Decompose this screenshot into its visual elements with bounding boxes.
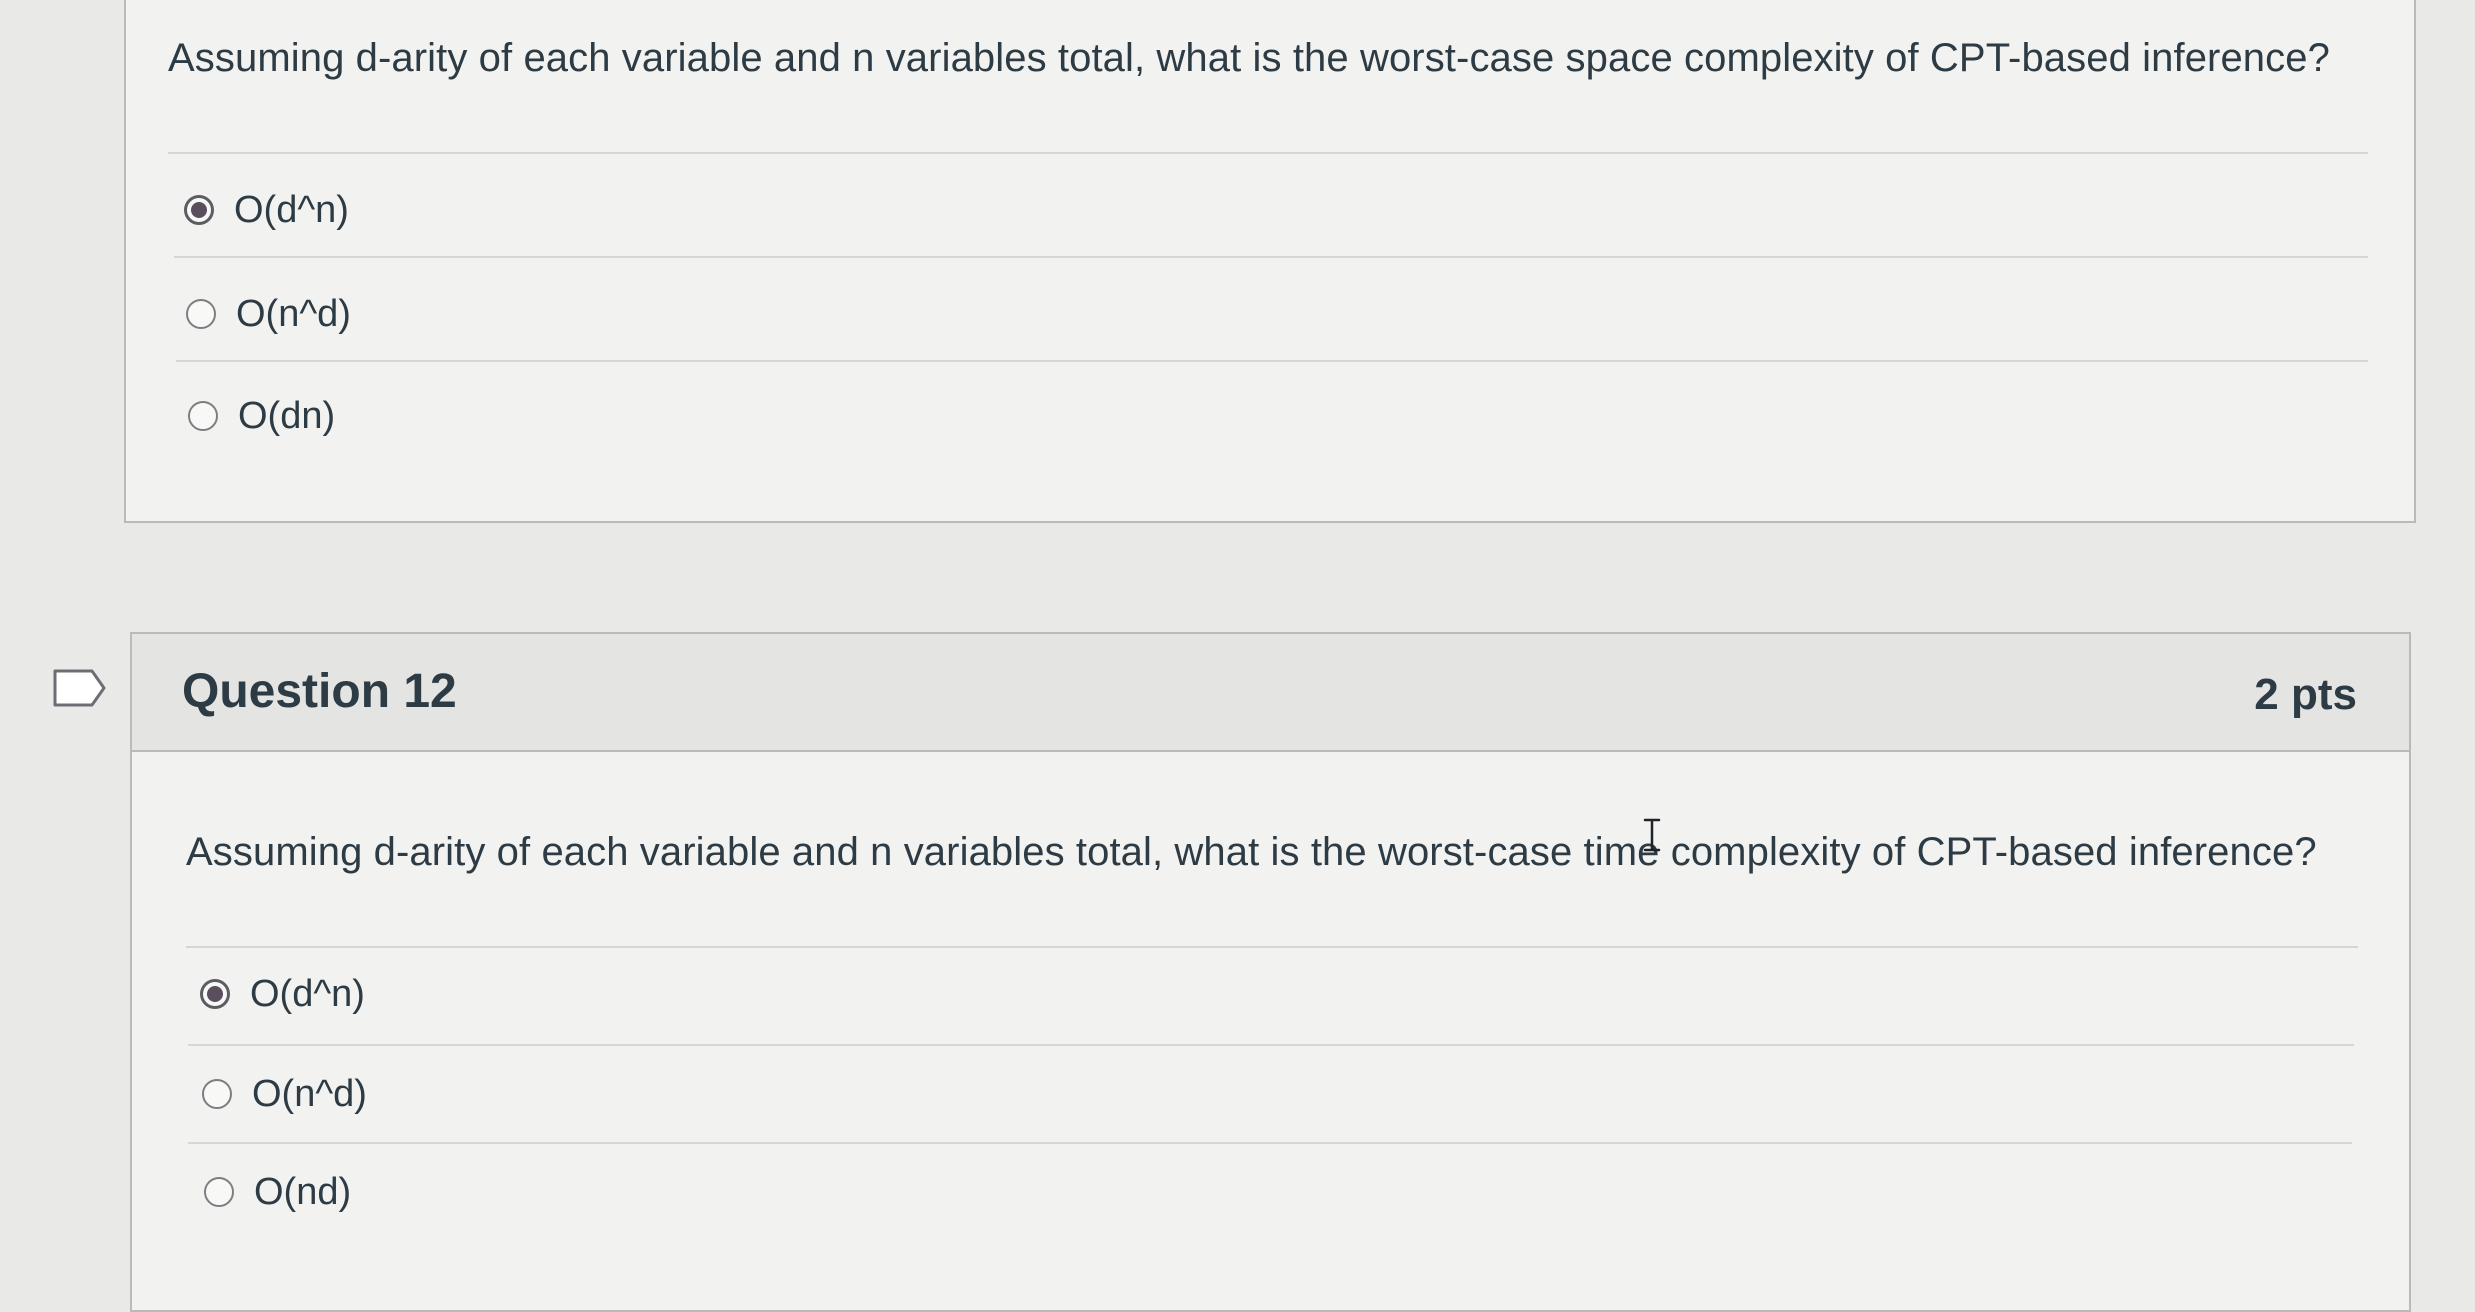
divider: [186, 946, 2358, 948]
divider: [168, 152, 2368, 154]
divider: [188, 1142, 2352, 1144]
answer-label: O(nd): [254, 1170, 352, 1213]
radio-button[interactable]: [188, 401, 218, 431]
answer-option[interactable]: O(n^d): [186, 284, 351, 344]
answer-label: O(d^n): [250, 972, 365, 1015]
answer-option[interactable]: O(n^d): [202, 1064, 367, 1124]
answer-label: O(n^d): [236, 292, 351, 335]
answer-option[interactable]: O(dn): [188, 386, 335, 446]
divider: [188, 1044, 2354, 1046]
answer-option[interactable]: O(d^n): [200, 964, 365, 1024]
question-card-previous: Assuming d-arity of each variable and n …: [124, 0, 2416, 523]
flag-question-icon[interactable]: [52, 668, 108, 708]
question-title: Question 12: [182, 665, 457, 718]
question-text: Assuming d-arity of each variable and n …: [186, 830, 2317, 874]
radio-button[interactable]: [186, 299, 216, 329]
question-header: Question 12 2 pts: [132, 634, 2409, 752]
text-cursor-icon: [1643, 818, 1661, 852]
question-points: 2 pts: [2254, 670, 2357, 719]
question-card-12: Question 12 2 pts Assuming d-arity of ea…: [130, 632, 2411, 1312]
answer-label: O(d^n): [234, 188, 349, 231]
divider: [174, 256, 2368, 258]
question-text: Assuming d-arity of each variable and n …: [168, 36, 2330, 80]
radio-button-selected[interactable]: [184, 195, 214, 225]
radio-button[interactable]: [202, 1079, 232, 1109]
answer-label: O(dn): [238, 394, 336, 437]
radio-button[interactable]: [204, 1177, 234, 1207]
radio-button-selected[interactable]: [200, 979, 230, 1009]
answer-label: O(n^d): [252, 1072, 367, 1115]
divider: [176, 360, 2368, 362]
answer-option[interactable]: O(nd): [204, 1162, 351, 1222]
answer-option[interactable]: O(d^n): [184, 180, 349, 240]
